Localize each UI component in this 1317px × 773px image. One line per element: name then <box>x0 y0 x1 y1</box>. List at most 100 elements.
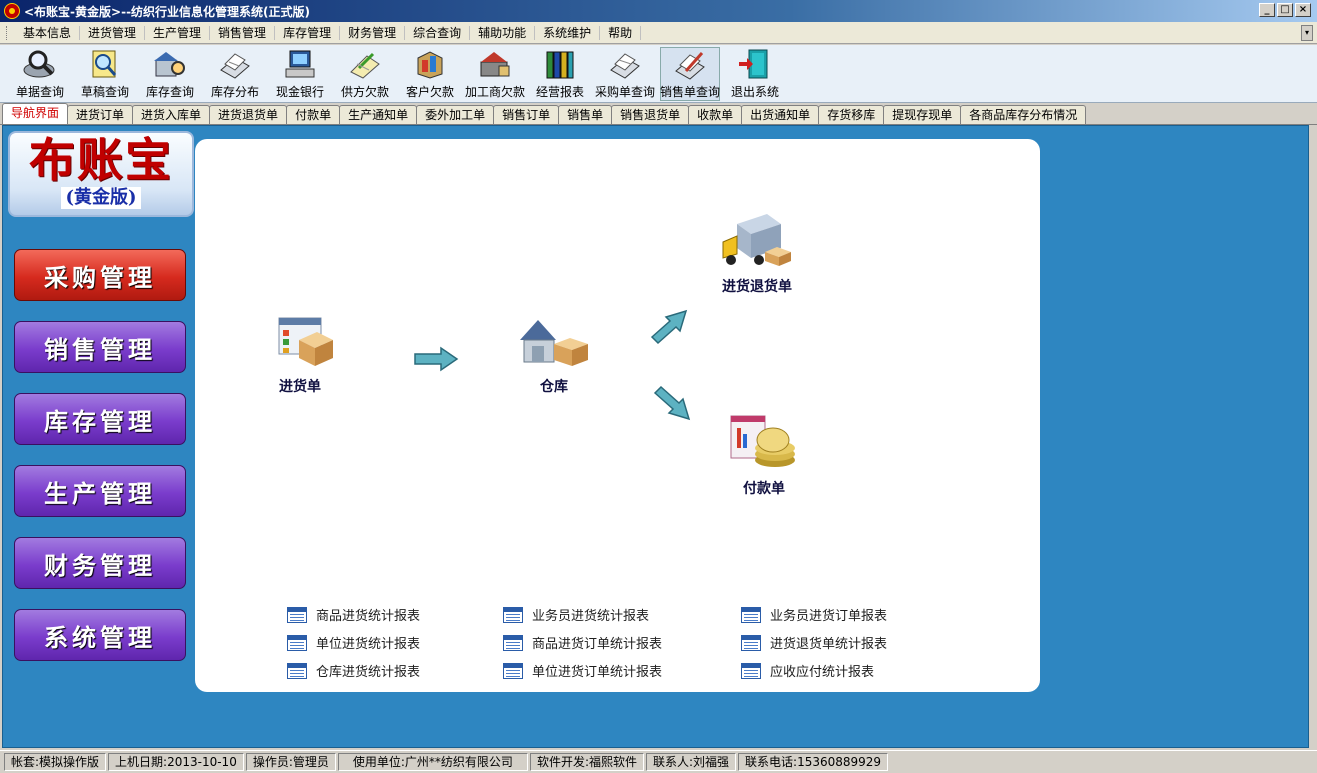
toolbar-draft-query-button[interactable]: 草稿查询 <box>75 47 135 101</box>
tab-sales-order[interactable]: 销售订单 <box>493 105 560 124</box>
menu-inventory[interactable]: 库存管理 <box>275 25 341 40</box>
status-account: 帐套:模拟操作版 <box>4 753 107 771</box>
report-link[interactable]: 单位进货统计报表 <box>287 633 420 652</box>
menu-overflow-icon[interactable]: ▾ <box>1301 25 1313 41</box>
tab-cash-withdraw[interactable]: 提现存现单 <box>883 105 962 124</box>
tab-navigation[interactable]: 导航界面 <box>2 103 69 124</box>
report-link[interactable]: 商品进货订单统计报表 <box>503 633 662 652</box>
toolbar-stock-query-button[interactable]: 库存查询 <box>140 47 200 101</box>
table-icon <box>287 606 307 623</box>
report-link[interactable]: 进货退货单统计报表 <box>741 633 887 652</box>
title-bar: <布账宝-黄金版>--纺织行业信息化管理系统(正式版) _ □ × <box>0 0 1317 22</box>
report-link[interactable]: 商品进货统计报表 <box>287 605 420 624</box>
menu-basic-info[interactable]: 基本信息 <box>15 25 81 40</box>
table-icon <box>741 606 761 623</box>
tab-outsourcing[interactable]: 委外加工单 <box>416 105 495 124</box>
tab-sales-return[interactable]: 销售退货单 <box>611 105 690 124</box>
toolbar-supplier-debt-button[interactable]: 供方欠款 <box>335 47 395 101</box>
sidebar-purchase-button[interactable]: 采购管理 <box>14 249 186 301</box>
status-login-date: 上机日期:2013-10-10 <box>108 753 244 771</box>
report-link[interactable]: 业务员进货统计报表 <box>503 605 649 624</box>
distribution-icon <box>216 47 254 81</box>
exit-door-icon <box>736 47 774 81</box>
status-bar: 帐套:模拟操作版 上机日期:2013-10-10 操作员:管理员 使用单位:广州… <box>0 750 1317 773</box>
logo-edition: (黄金版) <box>61 187 141 209</box>
report-link[interactable]: 应收应付统计报表 <box>741 661 874 680</box>
report-link[interactable]: 业务员进货订单报表 <box>741 605 887 624</box>
report-link[interactable]: 仓库进货统计报表 <box>287 661 420 680</box>
menu-maintenance[interactable]: 系统维护 <box>535 25 601 40</box>
flow-purchase-node[interactable]: 进货单 <box>265 316 335 396</box>
menu-finance[interactable]: 财务管理 <box>340 25 406 40</box>
toolbar-processor-debt-button[interactable]: 加工商欠款 <box>465 47 525 101</box>
menu-sales[interactable]: 销售管理 <box>210 25 276 40</box>
window-controls: _ □ × <box>1259 3 1311 17</box>
toolbar-sales-query-button[interactable]: 销售单查询 <box>660 47 720 101</box>
toolbar-purchase-query-button[interactable]: 采购单查询 <box>595 47 655 101</box>
flow-warehouse-label: 仓库 <box>540 379 568 395</box>
toolbar-stock-distribution-button[interactable]: 库存分布 <box>205 47 265 101</box>
toolbar-cash-bank-button[interactable]: 现金银行 <box>270 47 330 101</box>
tab-sales[interactable]: 销售单 <box>558 105 613 124</box>
sales-query-icon <box>671 48 709 81</box>
toolbar-exit-button[interactable]: 退出系统 <box>725 47 785 101</box>
delivery-truck-icon <box>722 214 791 266</box>
menu-production[interactable]: 生产管理 <box>145 25 211 40</box>
table-icon <box>503 634 523 651</box>
toolbar: 单据查询 草稿查询 库存查询 库存分布 现金银行 供方欠款 客户欠款 加工商欠款… <box>0 45 1317 103</box>
logo-title: 布账宝 <box>29 133 173 187</box>
purchase-flow-panel: 进货单 仓库 进货退货单 付款单 商品进货统计报表 单位进货统计报表 仓库进货统… <box>195 139 1040 692</box>
purchase-doc-icon <box>278 317 333 366</box>
flow-payment-label: 付款单 <box>743 481 785 497</box>
toolbar-doc-query-button[interactable]: 单据查询 <box>10 47 70 101</box>
flow-return-node[interactable]: 进货退货单 <box>719 212 795 296</box>
main-area: 布账宝 (黄金版) 采购管理 销售管理 库存管理 生产管理 财务管理 系统管理 … <box>2 125 1309 748</box>
menu-grip <box>6 25 9 40</box>
status-company: 使用单位:广州**纺织有限公司 <box>337 753 528 771</box>
table-icon <box>503 662 523 679</box>
cash-bank-icon <box>281 47 319 81</box>
status-phone: 联系电话:15360889929 <box>738 753 889 771</box>
warehouse-icon <box>520 320 588 366</box>
tab-purchase-receipt[interactable]: 进货入库单 <box>132 105 211 124</box>
toolbar-business-report-button[interactable]: 经营报表 <box>530 47 590 101</box>
sidebar-inventory-button[interactable]: 库存管理 <box>14 393 186 445</box>
sidebar-production-button[interactable]: 生产管理 <box>14 465 186 517</box>
tab-shipping-notice[interactable]: 出货通知单 <box>741 105 820 124</box>
table-icon <box>287 634 307 651</box>
report-link[interactable]: 单位进货订单统计报表 <box>503 661 662 680</box>
toolbar-customer-debt-button[interactable]: 客户欠款 <box>400 47 460 101</box>
warehouse-search-icon <box>151 47 189 81</box>
menu-query[interactable]: 综合查询 <box>405 25 471 40</box>
magnifier-icon <box>21 47 59 81</box>
status-operator: 操作员:管理员 <box>245 753 336 771</box>
close-icon[interactable]: × <box>1295 3 1311 17</box>
table-icon <box>503 606 523 623</box>
menu-tools[interactable]: 辅助功能 <box>470 25 536 40</box>
tab-receipt[interactable]: 收款单 <box>688 105 743 124</box>
flow-purchase-label: 进货单 <box>279 379 321 395</box>
books-icon <box>541 47 579 81</box>
search-doc-icon <box>86 47 124 81</box>
sidebar-system-button[interactable]: 系统管理 <box>14 609 186 661</box>
sidebar-sales-button[interactable]: 销售管理 <box>14 321 186 373</box>
brand-logo: 布账宝 (黄金版) <box>8 131 194 217</box>
status-developer: 软件开发:福熙软件 <box>529 753 644 771</box>
maximize-icon[interactable]: □ <box>1277 3 1293 17</box>
app-logo-icon[interactable] <box>4 3 20 19</box>
menu-help[interactable]: 帮助 <box>600 25 642 40</box>
status-contact: 联系人:刘福强 <box>645 753 737 771</box>
tab-payment[interactable]: 付款单 <box>286 105 341 124</box>
tab-stock-transfer[interactable]: 存货移库 <box>818 105 885 124</box>
menu-purchase[interactable]: 进货管理 <box>80 25 146 40</box>
tab-purchase-return[interactable]: 进货退货单 <box>209 105 288 124</box>
sidebar-finance-button[interactable]: 财务管理 <box>14 537 186 589</box>
minimize-icon[interactable]: _ <box>1259 3 1275 17</box>
tab-purchase-order[interactable]: 进货订单 <box>67 105 134 124</box>
arrow-right-icon <box>414 346 459 372</box>
flow-warehouse-node[interactable]: 仓库 <box>516 316 592 396</box>
payment-coins-icon <box>730 415 795 467</box>
tab-stock-distribution[interactable]: 各商品库存分布情况 <box>960 105 1087 124</box>
flow-payment-node[interactable]: 付款单 <box>729 414 799 498</box>
tab-production-notice[interactable]: 生产通知单 <box>339 105 418 124</box>
